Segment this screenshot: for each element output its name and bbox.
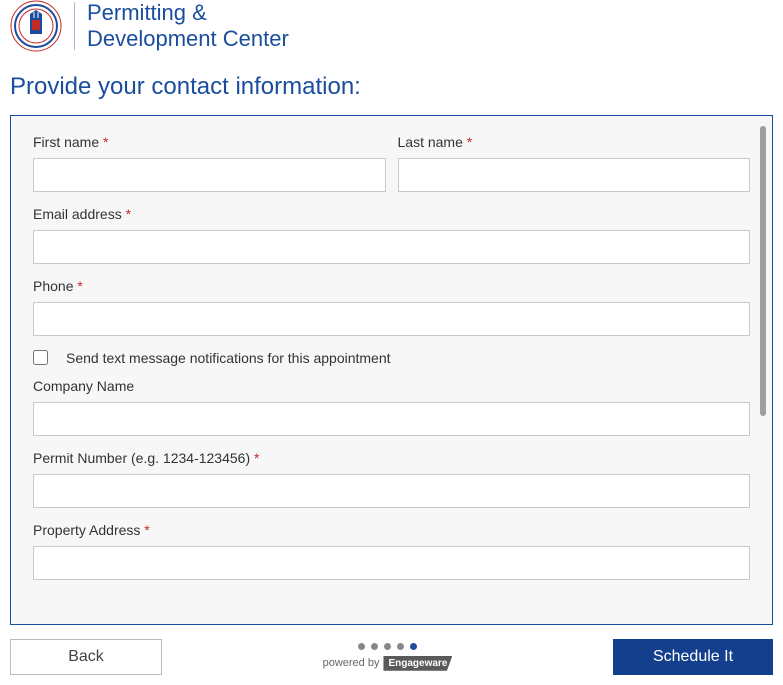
brand-line-1: Permitting & <box>87 0 289 26</box>
first-name-input[interactable] <box>33 158 386 192</box>
page-title: Provide your contact information: <box>0 63 783 115</box>
required-indicator: * <box>126 206 131 222</box>
city-seal-logo <box>10 0 62 52</box>
schedule-it-button[interactable]: Schedule It <box>613 639 773 675</box>
email-label: Email address * <box>33 206 750 222</box>
phone-input[interactable] <box>33 302 750 336</box>
permit-field-group: Permit Number (e.g. 1234-123456) * <box>33 450 750 508</box>
contact-form-panel: First name * Last name * Email address *… <box>10 115 773 625</box>
sms-notifications-label: Send text message notifications for this… <box>66 350 391 366</box>
brand-title: Permitting & Development Center <box>87 0 289 53</box>
phone-field-group: Phone * <box>33 278 750 336</box>
phone-label: Phone * <box>33 278 750 294</box>
progress-dot <box>384 643 391 650</box>
powered-by-brand-badge: Engageware <box>383 656 452 671</box>
permit-input[interactable] <box>33 474 750 508</box>
progress-dot <box>358 643 365 650</box>
email-input[interactable] <box>33 230 750 264</box>
email-field-group: Email address * <box>33 206 750 264</box>
required-indicator: * <box>103 134 108 150</box>
company-field-group: Company Name <box>33 378 750 436</box>
footer-center: powered by Engageware <box>323 643 453 671</box>
property-label: Property Address * <box>33 522 750 538</box>
required-indicator: * <box>467 134 472 150</box>
header-divider <box>74 2 75 50</box>
property-field-group: Property Address * <box>33 522 750 580</box>
progress-dot <box>397 643 404 650</box>
footer: Back powered by Engageware Schedule It <box>0 625 783 685</box>
powered-by: powered by Engageware <box>323 656 453 671</box>
header: Permitting & Development Center <box>0 0 783 63</box>
company-input[interactable] <box>33 402 750 436</box>
last-name-field-group: Last name * <box>398 134 751 192</box>
progress-dot-active <box>410 643 417 650</box>
required-indicator: * <box>144 522 149 538</box>
required-indicator: * <box>254 450 259 466</box>
progress-dots <box>358 643 417 650</box>
brand-line-2: Development Center <box>87 26 289 52</box>
powered-by-text: powered by <box>323 657 380 669</box>
last-name-input[interactable] <box>398 158 751 192</box>
company-label: Company Name <box>33 378 750 394</box>
first-name-field-group: First name * <box>33 134 386 192</box>
back-button[interactable]: Back <box>10 639 162 675</box>
scrollbar[interactable] <box>760 126 766 416</box>
last-name-label: Last name * <box>398 134 751 150</box>
sms-notifications-row: Send text message notifications for this… <box>33 350 750 366</box>
progress-dot <box>371 643 378 650</box>
property-input[interactable] <box>33 546 750 580</box>
permit-label: Permit Number (e.g. 1234-123456) * <box>33 450 750 466</box>
first-name-label: First name * <box>33 134 386 150</box>
sms-notifications-checkbox[interactable] <box>33 350 48 365</box>
required-indicator: * <box>77 278 82 294</box>
